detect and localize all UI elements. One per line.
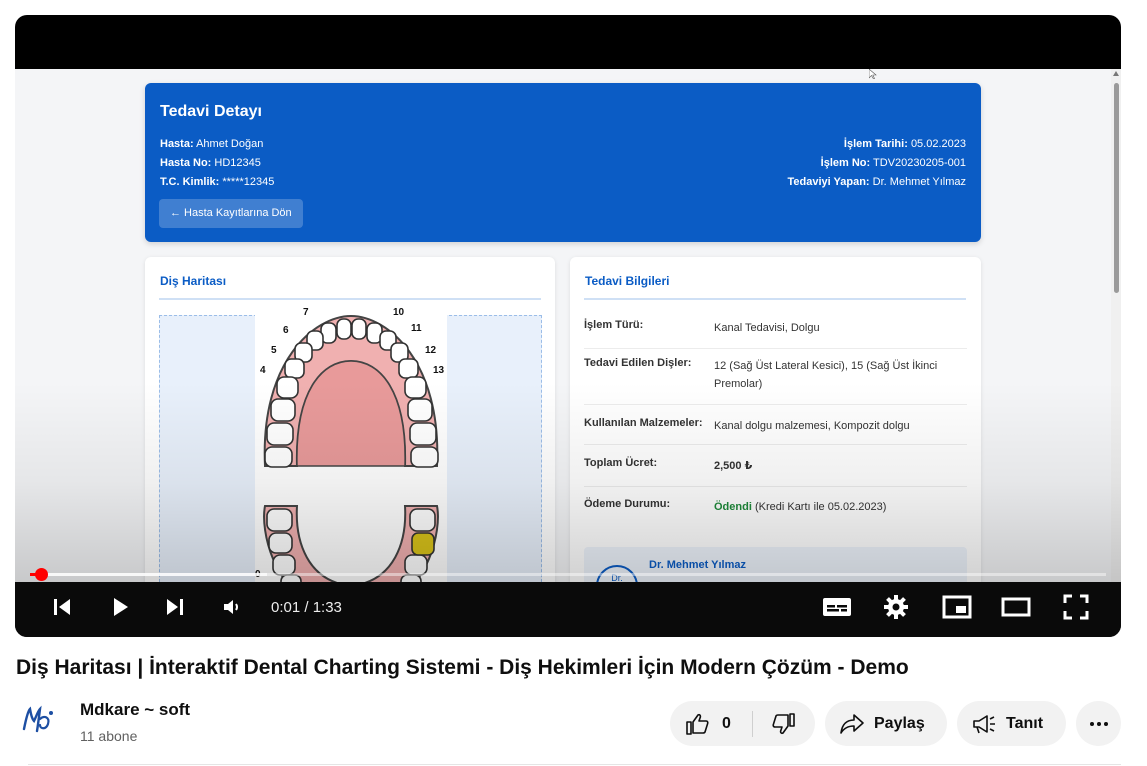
- miniplayer-icon: [942, 595, 972, 619]
- megaphone-icon: [973, 714, 995, 733]
- back-to-records-button[interactable]: ← Hasta Kayıtlarına Dön: [159, 199, 303, 228]
- like-button[interactable]: 0: [670, 701, 752, 746]
- fullscreen-icon: [1063, 594, 1089, 620]
- info-value: Kanal dolgu malzemesi, Kompozit dolgu: [714, 420, 910, 432]
- header-title: Tedavi Detayı: [160, 103, 262, 120]
- doctor-box: Dr. Dr. Mehmet Yılmaz: [584, 547, 967, 582]
- mouse-cursor-icon: [869, 69, 877, 79]
- previous-button[interactable]: [47, 592, 77, 622]
- previous-icon: [54, 599, 70, 615]
- info-value: 12 (Sağ Üst Lateral Kesici), 15 (Sağ Üst…: [714, 360, 938, 390]
- settings-gear-icon: [884, 595, 908, 619]
- promote-button[interactable]: Tanıt: [957, 701, 1066, 746]
- channel-name[interactable]: Mdkare ~ soft: [80, 700, 190, 720]
- recorded-page-scrollbar: [1111, 69, 1121, 582]
- settings-button[interactable]: [881, 592, 911, 622]
- progress-loaded: [30, 573, 267, 576]
- progress-bar[interactable]: [30, 573, 1106, 576]
- share-button[interactable]: Paylaş: [825, 701, 947, 746]
- tooth-number-13: 13: [433, 365, 445, 376]
- theater-mode-button[interactable]: [1000, 592, 1032, 622]
- patient-no: HD12345: [214, 157, 261, 169]
- share-icon: [840, 713, 864, 734]
- tooth-number-11: 11: [411, 323, 422, 334]
- tooth-number-12: 12: [425, 345, 437, 356]
- tc-label: T.C. Kimlik:: [160, 176, 220, 188]
- video-player[interactable]: Tedavi Detayı Hasta: Ahmet Doğan Hasta N…: [15, 15, 1121, 637]
- more-horizontal-icon: [1089, 721, 1108, 726]
- dental-chart-card: Diş Haritası 7 10 6 11 5 12 4 13: [145, 257, 555, 582]
- tooth-number-6: 6: [283, 325, 289, 336]
- dislike-button[interactable]: [753, 701, 815, 746]
- like-dislike-group: 0: [670, 701, 815, 746]
- player-controls: 0:01 / 1:33: [15, 582, 1121, 637]
- treatment-info-card: Tedavi Bilgileri İşlem Türü: Kanal Tedav…: [570, 257, 981, 582]
- info-row-payment-status: Ödeme Durumu: Ödendi (Kredi Kartı ile 05…: [584, 498, 967, 526]
- tooth-number-10: 10: [393, 307, 405, 318]
- doctor-value: Dr. Mehmet Yılmaz: [872, 176, 966, 188]
- info-value: Ödendi (Kredi Kartı ile 05.02.2023): [714, 498, 964, 516]
- info-value: Kanal Tedavisi, Dolgu: [714, 322, 820, 334]
- info-value: 2,500 ₺: [714, 460, 753, 472]
- channel-logo-icon: [22, 705, 53, 733]
- patient-info: Hasta: Ahmet Doğan Hasta No: HD12345 T.C…: [160, 135, 274, 192]
- info-label: Ödeme Durumu:: [584, 498, 671, 510]
- thumbs-up-icon: [686, 713, 709, 735]
- subscriber-count: 11 abone: [80, 728, 138, 744]
- patient-label: Hasta:: [160, 138, 194, 150]
- doctor-name: Dr. Mehmet Yılmaz: [649, 559, 746, 571]
- like-count: 0: [722, 714, 731, 732]
- dental-chart-diagram[interactable]: 7 10 6 11 5 12 4 13 0: [255, 301, 447, 582]
- patient-name: Ahmet Doğan: [196, 138, 264, 150]
- video-frame[interactable]: Tedavi Detayı Hasta: Ahmet Doğan Hasta N…: [15, 69, 1121, 582]
- fullscreen-button[interactable]: [1060, 592, 1092, 622]
- treatment-header-card: Tedavi Detayı Hasta: Ahmet Doğan Hasta N…: [145, 83, 981, 242]
- theater-mode-icon: [1001, 597, 1031, 617]
- time-display: 0:01 / 1:33: [271, 599, 342, 616]
- subtitles-button[interactable]: [821, 592, 853, 622]
- more-actions-button[interactable]: [1076, 701, 1121, 746]
- tooth-number-4: 4: [260, 365, 266, 376]
- tooth-number-7: 7: [303, 307, 309, 318]
- info-label: Toplam Ücret:: [584, 457, 658, 469]
- doctor-label: Tedaviyi Yapan:: [787, 176, 870, 188]
- play-button[interactable]: [105, 592, 135, 622]
- info-label: İşlem Türü:: [584, 319, 644, 331]
- payment-detail: (Kredi Kartı ile 05.02.2023): [754, 501, 887, 513]
- info-label: Tedavi Edilen Dişler:: [584, 357, 692, 369]
- treatment-info-title: Tedavi Bilgileri: [585, 274, 670, 288]
- share-label: Paylaş: [874, 714, 925, 732]
- info-row-total-fee: Toplam Ücret: 2,500 ₺: [584, 457, 967, 487]
- miniplayer-button[interactable]: [941, 592, 973, 622]
- next-button[interactable]: [160, 592, 190, 622]
- dental-chart-area[interactable]: 7 10 6 11 5 12 4 13 0: [159, 301, 542, 582]
- volume-button[interactable]: [217, 592, 247, 622]
- play-icon: [114, 598, 128, 616]
- tc-value: *****12345: [222, 176, 275, 188]
- info-row-treated-teeth: Tedavi Edilen Dişler: 12 (Sağ Üst Latera…: [584, 357, 967, 405]
- date-label: İşlem Tarihi:: [843, 138, 908, 150]
- date-value: 05.02.2023: [910, 138, 966, 150]
- op-no-value: TDV20230205-001: [873, 157, 966, 169]
- subtitles-icon: [823, 598, 851, 616]
- promote-label: Tanıt: [1006, 714, 1044, 732]
- payment-status-badge: Ödendi: [714, 501, 752, 513]
- dental-chart-title: Diş Haritası: [160, 274, 227, 288]
- thumbs-down-icon: [772, 712, 795, 734]
- volume-icon: [224, 600, 238, 614]
- channel-avatar[interactable]: [18, 700, 58, 740]
- patient-no-label: Hasta No:: [160, 157, 212, 169]
- info-row-operation-type: İşlem Türü: Kanal Tedavisi, Dolgu: [584, 319, 967, 349]
- operation-info: İşlem Tarihi: 05.02.2023 İşlem No: TDV20…: [787, 135, 966, 192]
- tooth-number-5: 5: [271, 345, 277, 356]
- video-title: Diş Haritası | İnteraktif Dental Chartin…: [16, 656, 909, 679]
- info-label: Kullanılan Malzemeler:: [584, 417, 703, 429]
- progress-scrubber[interactable]: [35, 568, 48, 581]
- op-no-label: İşlem No:: [820, 157, 871, 169]
- info-row-materials: Kullanılan Malzemeler: Kanal dolgu malze…: [584, 417, 967, 445]
- next-icon: [167, 599, 183, 615]
